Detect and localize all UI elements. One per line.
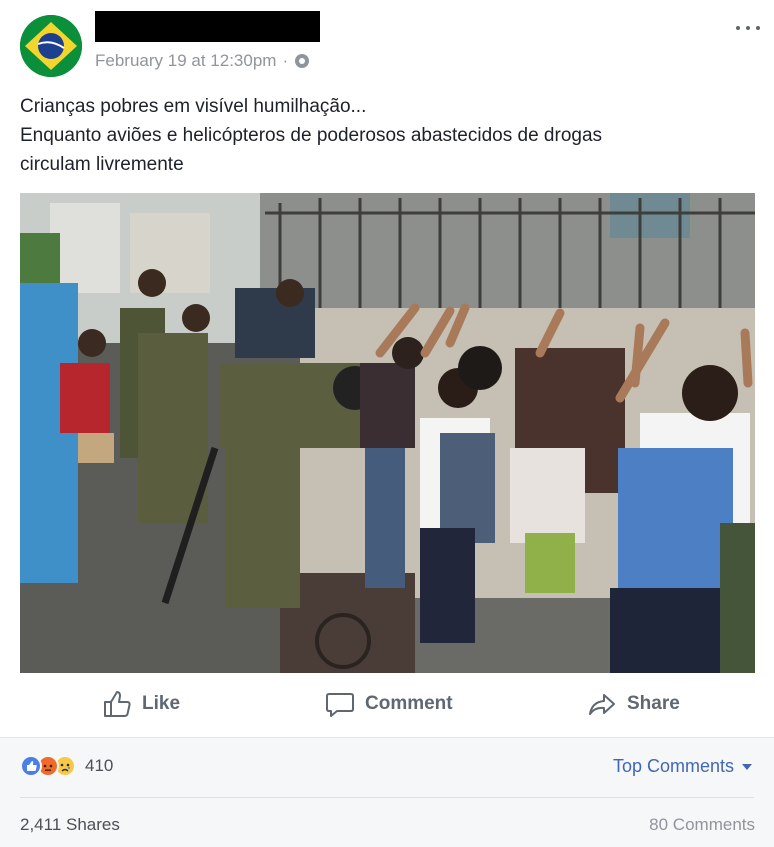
- post-action-bar: Like Comment Share: [0, 678, 774, 730]
- comment-sort-label: Top Comments: [612, 756, 734, 776]
- post-message: Crianças pobres em visível humilhação...…: [20, 92, 750, 179]
- caret-down-icon: [742, 763, 752, 770]
- timestamp-text[interactable]: February 19 at 12:30pm: [95, 51, 276, 71]
- post-stats: 410 Top Comments 2,411 Shares 80 Comment…: [0, 737, 774, 847]
- comment-bubble-icon: [326, 693, 354, 717]
- post-photo[interactable]: [20, 193, 755, 673]
- post-text-line: circulam livremente: [20, 154, 184, 175]
- globe-icon: [295, 54, 310, 68]
- comments-count[interactable]: 80 Comments: [649, 815, 755, 835]
- comment-button[interactable]: Comment: [325, 688, 453, 720]
- reaction-count[interactable]: 410: [85, 756, 113, 776]
- post-text-line: Crianças pobres em visível humilhação...: [20, 96, 367, 117]
- comment-sort-dropdown[interactable]: Top Comments: [613, 756, 752, 777]
- like-reaction-icon: [20, 755, 42, 777]
- more-options-button[interactable]: [736, 18, 760, 38]
- thumbs-up-icon: [104, 691, 131, 717]
- page-avatar-brazil-flag[interactable]: [20, 15, 82, 77]
- timestamp-separator: ·: [282, 51, 289, 70]
- divider: [20, 797, 754, 798]
- post-timestamp[interactable]: February 19 at 12:30pm ·: [95, 51, 310, 71]
- shares-count[interactable]: 2,411 Shares: [20, 815, 120, 835]
- share-button[interactable]: Share: [587, 688, 680, 720]
- comment-label: Comment: [365, 693, 453, 714]
- share-arrow-icon: [589, 694, 615, 715]
- post-text-line: Enquanto aviões e helicópteros de podero…: [20, 125, 603, 146]
- facebook-post: February 19 at 12:30pm · Crianças pobres…: [0, 0, 774, 847]
- like-label: Like: [142, 693, 181, 714]
- share-label: Share: [627, 693, 680, 714]
- like-button[interactable]: Like: [102, 688, 180, 720]
- reactions-summary[interactable]: 410: [20, 755, 113, 777]
- redacted-page-name: [95, 11, 320, 42]
